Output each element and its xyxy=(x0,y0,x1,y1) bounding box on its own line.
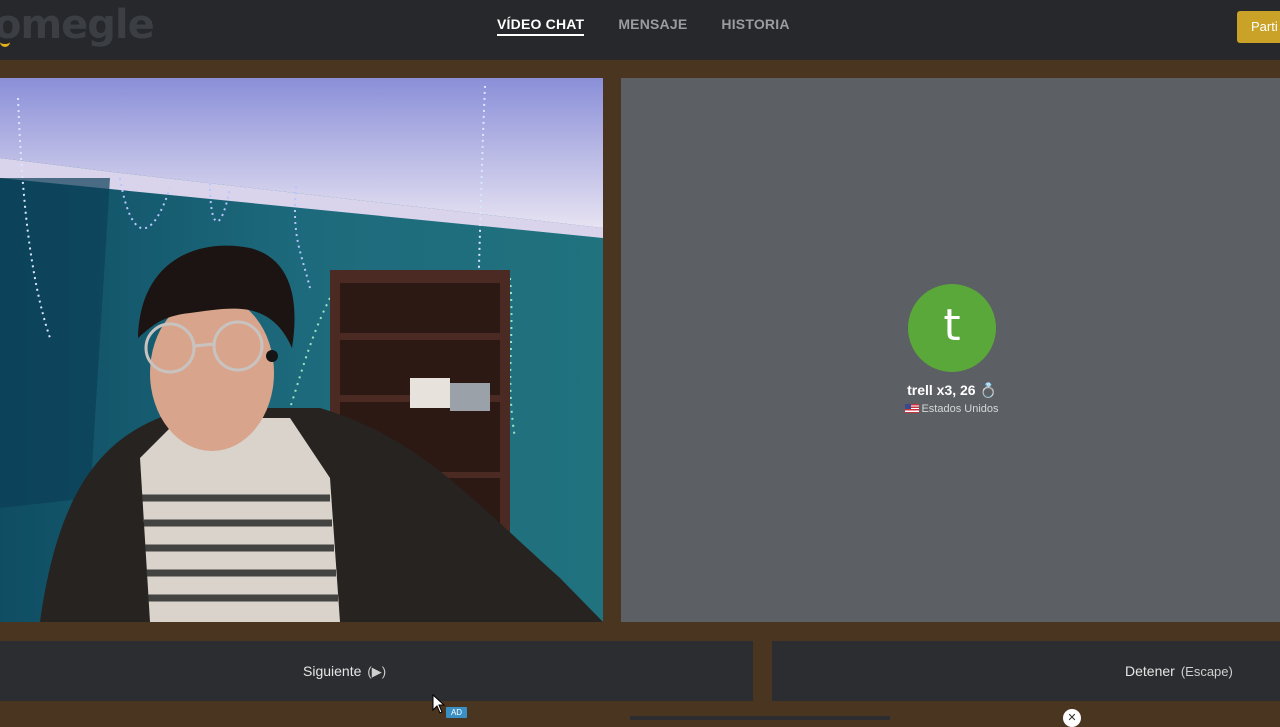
top-bar: omegle VÍDEO CHAT MENSAJE HISTORIA Parti xyxy=(0,0,1280,60)
peer-country-row: Estados Unidos xyxy=(621,403,1280,415)
stop-button[interactable]: Detener (Escape) xyxy=(772,641,1280,701)
peer-country: Estados Unidos xyxy=(921,403,999,415)
local-video xyxy=(0,78,603,622)
remote-video: t trell x3, 26 💍 Estados Unidos xyxy=(621,78,1280,622)
peer-name: trell x3, 26 💍 xyxy=(907,382,997,398)
stop-label: Detener xyxy=(1125,663,1175,679)
close-ad-icon[interactable]: ✕ xyxy=(1063,709,1081,727)
tab-mensaje[interactable]: MENSAJE xyxy=(618,16,687,36)
logo[interactable]: omegle xyxy=(0,2,155,48)
next-label: Siguiente xyxy=(303,663,362,679)
peer-avatar: t xyxy=(908,284,996,372)
tab-video-chat[interactable]: VÍDEO CHAT xyxy=(497,16,585,36)
ad-strip xyxy=(630,716,890,720)
next-button[interactable]: Siguiente (▶) xyxy=(0,641,753,701)
tab-historia[interactable]: HISTORIA xyxy=(721,16,789,36)
ad-badge: AD xyxy=(446,707,467,718)
join-button[interactable]: Parti xyxy=(1237,11,1280,43)
next-shortcut: (▶) xyxy=(367,664,387,679)
us-flag-icon xyxy=(905,404,920,413)
mouse-cursor-icon xyxy=(432,694,446,714)
main-nav: VÍDEO CHAT MENSAJE HISTORIA xyxy=(497,0,790,52)
local-video-frame xyxy=(0,78,603,622)
logo-accent-icon xyxy=(0,34,10,47)
stop-shortcut: (Escape) xyxy=(1180,664,1233,679)
